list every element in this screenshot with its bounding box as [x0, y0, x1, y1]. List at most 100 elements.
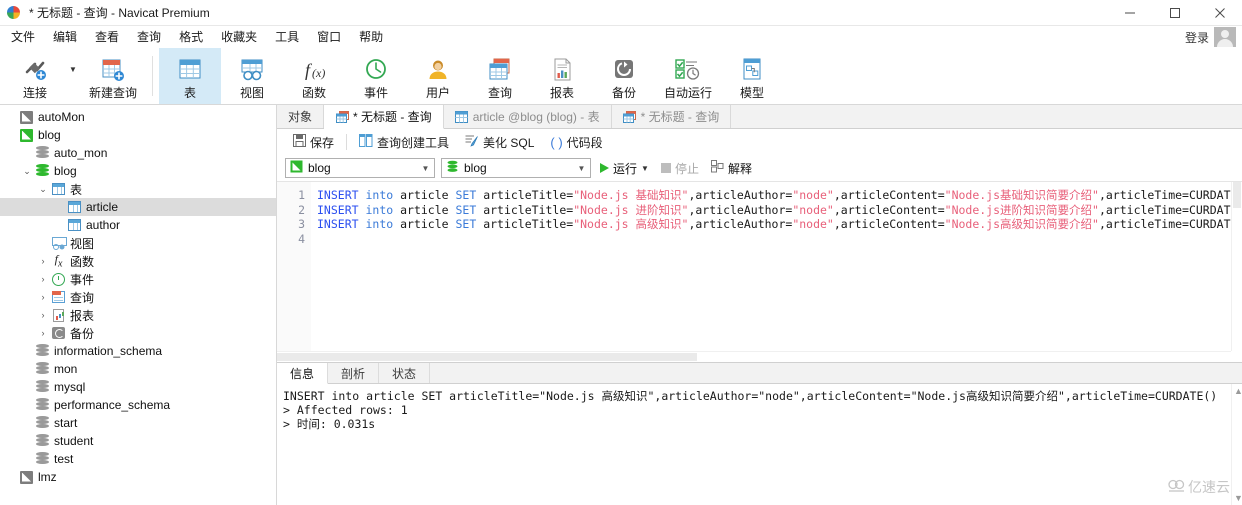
result-tab-label-info: 信息: [290, 366, 315, 381]
result-tab-status[interactable]: 状态: [379, 363, 431, 383]
toolbar-button-automation[interactable]: 自动运行: [655, 48, 721, 104]
tab-strip: 对象 * 无标题 - 查询 article @blog (blog) - 表 *…: [277, 105, 1242, 129]
menu-item-favorites[interactable]: 收藏夹: [212, 27, 266, 47]
tree-item-start[interactable]: start: [0, 414, 276, 432]
tree-item-auto_mon[interactable]: auto_mon: [0, 144, 276, 162]
twisty-expanded-icon[interactable]: ⌄: [36, 184, 50, 195]
editor-vertical-scrollbar[interactable]: [1231, 182, 1242, 351]
menu-item-view[interactable]: 查看: [86, 27, 128, 47]
toolbar-button-view[interactable]: 视图: [221, 48, 283, 104]
twisty-collapsed-icon[interactable]: ›: [36, 292, 50, 302]
twisty-collapsed-icon[interactable]: ›: [36, 328, 50, 338]
tree-item-[interactable]: › 查询: [0, 288, 276, 306]
svg-text:(x): (x): [312, 66, 325, 80]
toolbar-button-event[interactable]: 事件: [345, 48, 407, 104]
menu-item-edit[interactable]: 编辑: [44, 27, 86, 47]
scroll-up-icon[interactable]: ▲: [1234, 386, 1242, 396]
twisty-expanded-icon[interactable]: ⌄: [20, 166, 34, 177]
twisty-collapsed-icon[interactable]: ›: [36, 256, 50, 266]
editor-horizontal-scrollbar[interactable]: [277, 351, 1231, 362]
chevron-down-icon[interactable]: ▼: [573, 164, 590, 173]
tree-item-[interactable]: › 备份: [0, 324, 276, 342]
sql-editor[interactable]: 1234 INSERT into article SET articleTitl…: [277, 181, 1242, 362]
tree-item-label: 查询: [70, 290, 95, 305]
menu-item-window[interactable]: 窗口: [308, 27, 350, 47]
menu-item-file[interactable]: 文件: [2, 27, 44, 47]
avatar[interactable]: [1214, 27, 1236, 47]
connection-dropdown-caret-icon[interactable]: ▼: [66, 48, 80, 104]
toolbar-button-function[interactable]: f (x) 函数: [283, 48, 345, 104]
model-icon: [739, 56, 765, 84]
save-button[interactable]: 保存: [285, 132, 342, 152]
tree-item-author[interactable]: author: [0, 216, 276, 234]
beautify-sql-button[interactable]: 美化 SQL: [457, 132, 542, 152]
tree-item-lmz[interactable]: lmz: [0, 468, 276, 486]
result-vertical-scrollbar[interactable]: ▲ ▼: [1231, 384, 1242, 505]
tree-item-[interactable]: 视图: [0, 234, 276, 252]
scroll-down-icon[interactable]: ▼: [1234, 493, 1242, 503]
twisty-collapsed-icon[interactable]: ›: [36, 310, 50, 320]
line-number: 3: [298, 217, 305, 231]
tree-item-test[interactable]: test: [0, 450, 276, 468]
tree-item-[interactable]: › fx 函数: [0, 252, 276, 270]
tab-article-table[interactable]: article @blog (blog) - 表: [443, 105, 612, 128]
tree-item-information_schema[interactable]: information_schema: [0, 342, 276, 360]
tab-untitled-query-1[interactable]: * 无标题 - 查询: [324, 105, 444, 129]
tab-untitled-query-2[interactable]: * 无标题 - 查询: [611, 105, 732, 128]
result-tab-profile[interactable]: 剖析: [328, 363, 380, 383]
connection-grey-icon: [18, 470, 35, 484]
tab-objects[interactable]: 对象: [277, 105, 325, 128]
toolbar-button-report[interactable]: 报表: [531, 48, 593, 104]
tree-item-student[interactable]: student: [0, 432, 276, 450]
tree-item-[interactable]: ⌄ 表: [0, 180, 276, 198]
database-select[interactable]: blog ▼: [441, 158, 591, 178]
menu-item-query[interactable]: 查询: [128, 27, 170, 47]
close-button[interactable]: [1197, 0, 1242, 26]
login-area[interactable]: 登录: [1185, 27, 1242, 47]
menu-bar: 文件 编辑 查看 查询 格式 收藏夹 工具 窗口 帮助 登录: [0, 26, 1242, 48]
tree-item-label: 报表: [70, 308, 95, 323]
toolbar-button-new-query[interactable]: 新建查询: [80, 48, 146, 104]
toolbar-button-model[interactable]: 模型: [721, 48, 783, 104]
navigation-sidebar[interactable]: autoMon blog auto_mon ⌄ blog ⌄ 表 article author 视…: [0, 105, 277, 505]
twisty-collapsed-icon[interactable]: ›: [36, 274, 50, 284]
save-icon: [293, 134, 306, 150]
run-button[interactable]: 运行 ▼: [597, 160, 652, 177]
tree-item-blog[interactable]: blog: [0, 126, 276, 144]
result-tab-info[interactable]: 信息: [277, 363, 329, 384]
explain-button[interactable]: 解释: [708, 160, 755, 177]
toolbar-button-table[interactable]: 表: [159, 48, 221, 104]
toolbar-button-connection[interactable]: 连接: [4, 48, 66, 104]
tree-item-autoMon[interactable]: autoMon: [0, 108, 276, 126]
explain-label: 解释: [727, 161, 752, 176]
tree-item-mon[interactable]: mon: [0, 360, 276, 378]
right-pane: 对象 * 无标题 - 查询 article @blog (blog) - 表 *…: [277, 105, 1242, 505]
toolbar-label-table: 表: [183, 85, 196, 100]
toolbar-button-user[interactable]: 用户: [407, 48, 469, 104]
explain-icon: [710, 160, 724, 176]
editor-code-area[interactable]: INSERT into article SET articleTitle="No…: [311, 182, 1242, 362]
toolbar-label-report: 报表: [549, 85, 574, 100]
tree-item-mysql[interactable]: mysql: [0, 378, 276, 396]
tree-item-[interactable]: › 事件: [0, 270, 276, 288]
view-icon: [239, 56, 265, 84]
editor-vertical-scroll-thumb[interactable]: [1233, 182, 1241, 208]
menu-item-tools[interactable]: 工具: [266, 27, 308, 47]
toolbar-button-query[interactable]: 查询: [469, 48, 531, 104]
query-builder-button[interactable]: 查询创建工具: [351, 132, 457, 152]
connection-select[interactable]: blog ▼: [285, 158, 435, 178]
tree-item-[interactable]: › 报表: [0, 306, 276, 324]
menu-item-format[interactable]: 格式: [170, 27, 212, 47]
toolbar-button-backup[interactable]: 备份: [593, 48, 655, 104]
run-dropdown-caret-icon[interactable]: ▼: [641, 164, 649, 173]
menu-item-help[interactable]: 帮助: [350, 27, 392, 47]
tree-item-blog[interactable]: ⌄ blog: [0, 162, 276, 180]
snippet-button[interactable]: ( ) 代码段: [542, 132, 610, 152]
maximize-button[interactable]: [1152, 0, 1197, 26]
tree-item-performance_schema[interactable]: performance_schema: [0, 396, 276, 414]
editor-horizontal-scroll-thumb[interactable]: [277, 353, 697, 361]
tree-item-article[interactable]: article: [0, 198, 276, 216]
login-label[interactable]: 登录: [1185, 29, 1209, 46]
minimize-button[interactable]: [1107, 0, 1152, 26]
chevron-down-icon[interactable]: ▼: [417, 164, 434, 173]
